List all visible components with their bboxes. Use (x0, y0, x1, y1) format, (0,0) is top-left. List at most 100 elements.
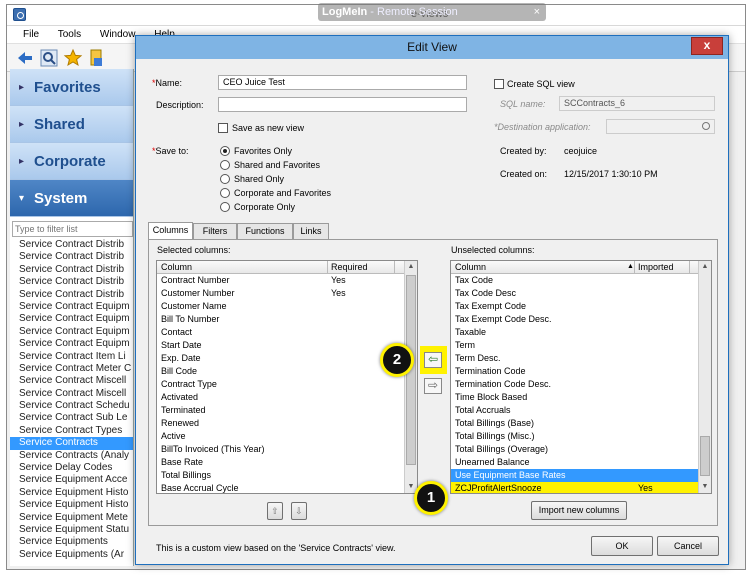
scrollbar[interactable]: ▲ ▼ (404, 261, 417, 493)
search-icon[interactable] (39, 48, 59, 68)
sidebar-list-item[interactable]: Service Contract Equipm (10, 313, 133, 325)
tab-functions[interactable]: Functions (237, 223, 293, 239)
table-row[interactable]: Taxable (451, 326, 711, 339)
table-row[interactable]: Bill To Number (157, 313, 417, 326)
menu-window[interactable]: Window (100, 29, 136, 40)
sidebar-list-item[interactable]: Service Contracts (Analy (10, 450, 133, 462)
table-row[interactable]: Bill Code (157, 365, 417, 378)
table-row[interactable]: Tax Exempt Code Desc. (451, 313, 711, 326)
nav-favorites[interactable]: ▸ Favorites (10, 69, 133, 106)
scroll-thumb[interactable] (700, 436, 710, 476)
sidebar-list-item[interactable]: Service Contract Miscell (10, 375, 133, 387)
imported-header[interactable]: Imported (638, 262, 674, 272)
table-row[interactable]: Customer Name (157, 300, 417, 313)
sidebar-list-item[interactable]: Service Contract Equipm (10, 338, 133, 350)
sidebar-list-item[interactable]: Service Contract Distrib (10, 239, 133, 251)
table-row[interactable]: Term Desc. (451, 352, 711, 365)
scroll-down-icon[interactable]: ▼ (699, 481, 711, 493)
table-row[interactable]: Customer Number Yes (157, 287, 417, 300)
sidebar-list-item[interactable]: Service Contract Types (10, 425, 133, 437)
table-row[interactable]: Unearned Balance (451, 456, 711, 469)
tab-columns[interactable]: Columns (148, 222, 193, 239)
sidebar-list-item[interactable]: Service Contract Item Li (10, 351, 133, 363)
table-row[interactable]: Total Billings (Misc.) (451, 430, 711, 443)
sidebar-list-item[interactable]: Service Contract Meter C (10, 363, 133, 375)
table-row[interactable]: Tax Code (451, 274, 711, 287)
sidebar-list-item[interactable]: Service Equipments (10, 536, 133, 548)
save-to-radio[interactable] (220, 146, 230, 156)
name-field[interactable]: CEO Juice Test (218, 75, 467, 90)
table-row[interactable]: Total Billings (Base) (451, 417, 711, 430)
sidebar-list-item[interactable]: Service Equipment Acce (10, 474, 133, 486)
sidebar-list-item[interactable]: Service Contract Equipm (10, 301, 133, 313)
sidebar-list-item[interactable]: Service Contract Distrib (10, 276, 133, 288)
move-down-button[interactable]: ⇩ (291, 502, 307, 520)
cancel-button[interactable]: Cancel (657, 536, 719, 556)
description-field[interactable] (218, 97, 467, 112)
sql-name-field[interactable]: SCContracts_6 (559, 96, 715, 111)
required-header[interactable]: Required (331, 262, 368, 272)
sidebar-list-item[interactable]: Service Equipment Statu (10, 524, 133, 536)
nav-corporate[interactable]: ▸ Corporate (10, 143, 133, 180)
scroll-up-icon[interactable]: ▲ (405, 261, 417, 273)
table-row[interactable]: Termination Code Desc. (451, 378, 711, 391)
sidebar-list-item[interactable]: Service Contract Distrib (10, 264, 133, 276)
table-row[interactable]: Total Accruals (451, 404, 711, 417)
table-row[interactable]: Base Rate (157, 456, 417, 469)
import-new-columns-button[interactable]: Import new columns (531, 501, 627, 520)
sidebar-list-item[interactable]: Service Contract Distrib (10, 251, 133, 263)
sidebar-list-item[interactable]: Service Contract Miscell (10, 388, 133, 400)
tab-links[interactable]: Links (293, 223, 329, 239)
star-icon[interactable] (63, 48, 83, 68)
search-icon[interactable] (702, 122, 710, 130)
scrollbar[interactable]: ▲ ▼ (698, 261, 711, 493)
table-row[interactable]: ZCJProfitAlertSnooze Yes (451, 482, 711, 493)
close-button[interactable]: x (691, 37, 723, 55)
table-row[interactable]: Activated (157, 391, 417, 404)
sidebar-list-item[interactable]: Service Equipment Histo (10, 499, 133, 511)
bookmark-icon[interactable] (87, 48, 107, 68)
table-row[interactable]: Start Date (157, 339, 417, 352)
save-to-radio[interactable] (220, 174, 230, 184)
save-to-radio[interactable] (220, 188, 230, 198)
scroll-up-icon[interactable]: ▲ (699, 261, 711, 273)
nav-shared[interactable]: ▸ Shared (10, 106, 133, 143)
filter-input[interactable] (12, 221, 133, 237)
remove-column-button[interactable]: ⇨ (424, 378, 442, 394)
table-row[interactable]: Renewed (157, 417, 417, 430)
nav-system[interactable]: ▾ System (10, 180, 133, 217)
sidebar-list-item[interactable]: Service Contract Distrib (10, 289, 133, 301)
table-row[interactable]: Contract Number Yes (157, 274, 417, 287)
menu-file[interactable]: File (23, 29, 39, 40)
sidebar-list-item[interactable]: Service Equipment Histo (10, 487, 133, 499)
sidebar-list-item[interactable]: Service Delay Codes (10, 462, 133, 474)
sidebar-list-item[interactable]: Service Contracts (10, 437, 133, 450)
back-arrow-icon[interactable] (15, 48, 35, 68)
table-row[interactable]: Active (157, 430, 417, 443)
table-row[interactable]: Exp. Date (157, 352, 417, 365)
save-to-radio[interactable] (220, 160, 230, 170)
save-to-radio[interactable] (220, 202, 230, 212)
table-row[interactable]: Contract Type (157, 378, 417, 391)
column-header[interactable]: Column (455, 262, 486, 272)
table-row[interactable]: Terminated (157, 404, 417, 417)
move-up-button[interactable]: ⇧ (267, 502, 283, 520)
tab-filters[interactable]: Filters (193, 223, 237, 239)
sidebar-list-item[interactable]: Service Equipments (Ar (10, 549, 133, 561)
sidebar-list-item[interactable]: Service Equipment Mete (10, 512, 133, 524)
table-row[interactable]: Base Accrual Cycle (157, 482, 417, 493)
table-row[interactable]: Tax Exempt Code (451, 300, 711, 313)
table-row[interactable]: BillTo Invoiced (This Year) (157, 443, 417, 456)
table-row[interactable]: Termination Code (451, 365, 711, 378)
destination-field[interactable] (606, 119, 715, 134)
table-row[interactable]: Time Block Based (451, 391, 711, 404)
ok-button[interactable]: OK (591, 536, 653, 556)
table-row[interactable]: Total Billings (Overage) (451, 443, 711, 456)
create-sql-checkbox[interactable] (494, 79, 504, 89)
table-row[interactable]: Total Billings (157, 469, 417, 482)
sidebar-list-item[interactable]: Service Contract Schedu (10, 400, 133, 412)
table-row[interactable]: Term (451, 339, 711, 352)
logmein-close-icon[interactable]: × (534, 3, 540, 21)
table-row[interactable]: Use Equipment Base Rates (451, 469, 711, 482)
sidebar-list-item[interactable]: Service Contract Sub Le (10, 412, 133, 424)
